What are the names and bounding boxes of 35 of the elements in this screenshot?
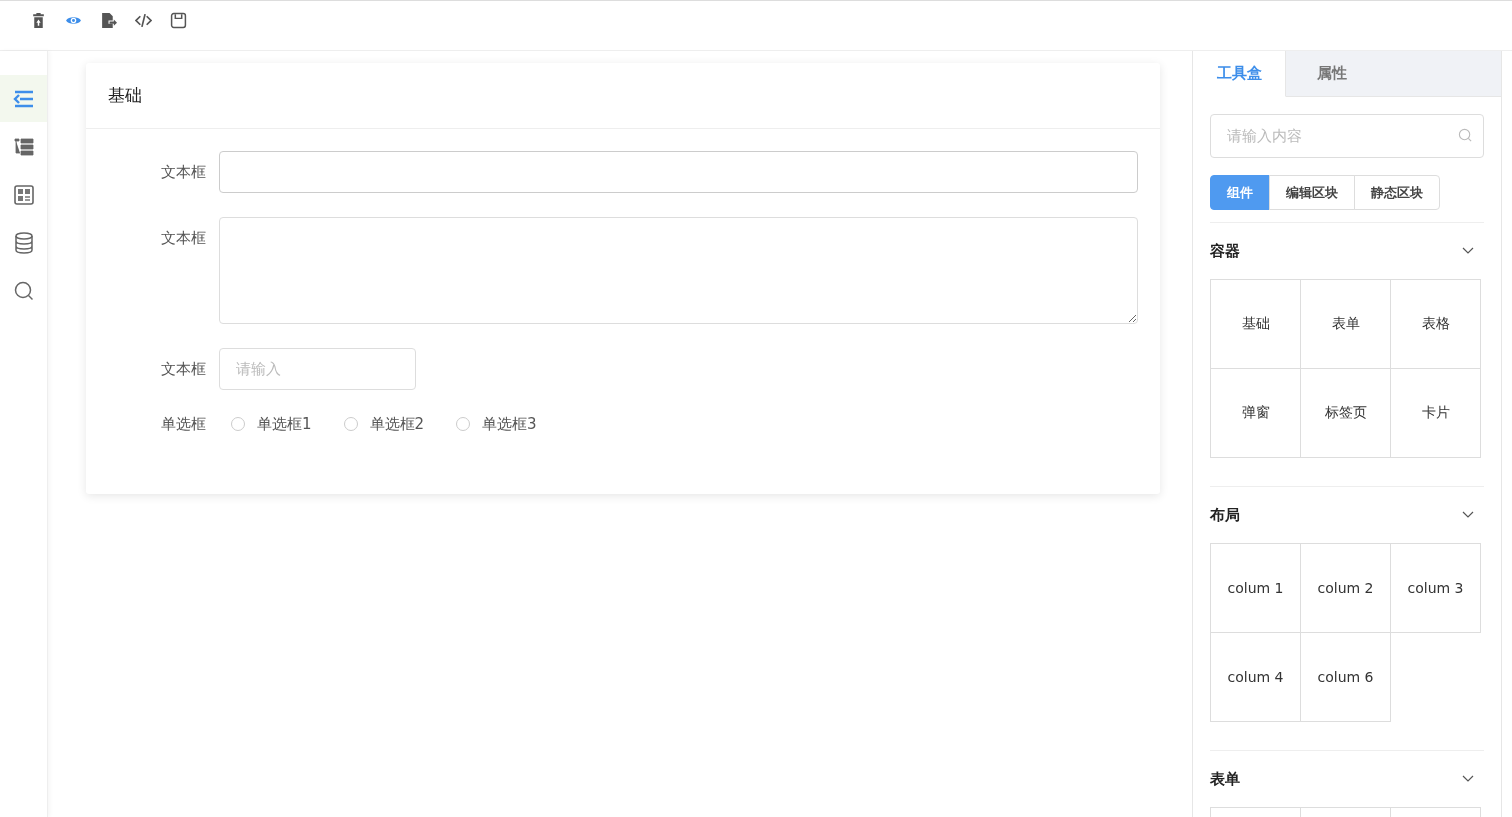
component-tile[interactable]: 表单: [1301, 280, 1391, 369]
input-field[interactable]: 请输入: [219, 348, 416, 390]
layout-icon: [11, 182, 36, 207]
code-icon[interactable]: [135, 12, 152, 29]
component-tile[interactable]: 卡片: [1391, 369, 1481, 458]
field-label: 文本框: [160, 162, 207, 183]
component-tile[interactable]: 表格: [1391, 280, 1481, 369]
search-field[interactable]: 请输入内容: [1210, 114, 1484, 158]
segment-button[interactable]: 静态区块: [1354, 175, 1440, 210]
field-label: 文本框: [160, 228, 207, 249]
field-label: 文本框: [160, 359, 207, 380]
radio-label[interactable]: 单选框3: [482, 414, 537, 434]
component-tile[interactable]: colum 4: [1211, 633, 1301, 722]
component-tile[interactable]: colum 2: [1301, 544, 1391, 633]
component-tile[interactable]: 弹窗: [1211, 369, 1301, 458]
tab[interactable]: 属性: [1286, 51, 1378, 97]
card-title: 基础: [108, 84, 142, 107]
component-tile[interactable]: 基础: [1211, 280, 1301, 369]
input-field[interactable]: [219, 151, 1138, 193]
component-tile[interactable]: colum 3: [1391, 544, 1481, 633]
save-icon[interactable]: [170, 12, 187, 29]
component-tile[interactable]: colum 6: [1301, 633, 1391, 722]
component-tile[interactable]: 标签页: [1301, 369, 1391, 458]
section-header[interactable]: 容器: [1210, 223, 1484, 279]
section-header[interactable]: 布局: [1210, 487, 1484, 543]
component-tile[interactable]: colum 1: [1211, 544, 1301, 633]
radio-label[interactable]: 单选框1: [257, 414, 312, 434]
radio-label[interactable]: 单选框2: [369, 414, 425, 434]
segment-button[interactable]: 编辑区块: [1269, 175, 1355, 210]
section-header[interactable]: 表单: [1210, 751, 1484, 807]
search-icon: [1458, 128, 1473, 143]
sidebar-item[interactable]: [0, 75, 47, 122]
trash-icon[interactable]: [30, 12, 47, 29]
export-icon[interactable]: [100, 12, 117, 29]
field-label: 单选框: [160, 414, 207, 434]
